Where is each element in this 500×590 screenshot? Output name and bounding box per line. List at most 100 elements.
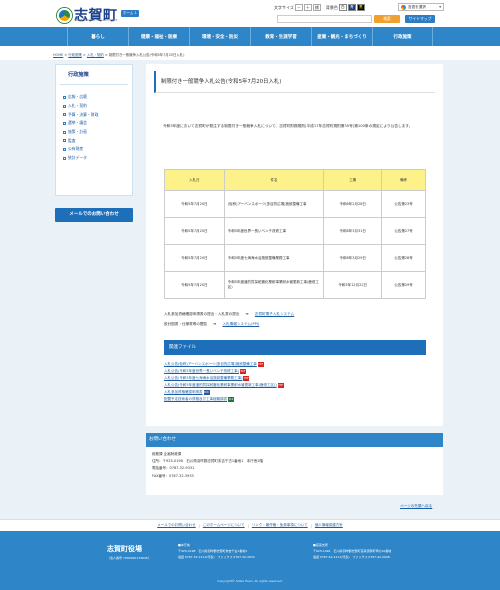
pdf-icon: PDF xyxy=(239,368,246,374)
bg-black-button[interactable]: 黒 xyxy=(356,4,365,11)
mail-inquiry-button[interactable]: メールでのお問い合わせ xyxy=(55,208,133,222)
breadcrumb-item-bidding[interactable]: 入札・契約 xyxy=(87,53,104,57)
file-link[interactable]: 入札公告(令和5年度世界一長いベンチ改修工事) xyxy=(164,369,239,373)
e-bidding-system-link[interactable]: 志賀町電子入札システム xyxy=(255,312,294,316)
bid-name: (仮称)アーバンスポーツ(多目的広場)施設整備工事 xyxy=(223,190,325,218)
checkbox-icon xyxy=(63,156,66,160)
gnav-item-kurashi[interactable]: 暮らし xyxy=(67,27,128,46)
checkbox-icon xyxy=(63,130,66,134)
breadcrumb-separator: > xyxy=(64,53,68,57)
file-link[interactable]: 入札参加資格確認申請書 xyxy=(164,390,203,394)
search-input[interactable] xyxy=(277,15,372,23)
checkbox-icon xyxy=(63,104,66,108)
link-line: 入札参加資格確認申請書の提出・入札書の提出 ➡ 志賀町電子入札システム xyxy=(164,310,294,320)
copyright: Copyright© Shika Town. All rights reserv… xyxy=(217,579,283,583)
footer-honcho-tel: 電話 0767-32-1111(代表) ファックス 0767-32-3933 xyxy=(178,555,255,559)
ppi-system-link[interactable]: 入札情報システム(PPI) xyxy=(222,322,259,326)
gnav-item-education[interactable]: 教育・生涯学習 xyxy=(250,27,311,46)
logo-subtitle: SHIKA TOWN OFFICIAL WEB SITE xyxy=(75,19,118,22)
sidebar-item-koho[interactable]: 広報・広聴 xyxy=(63,93,132,102)
bg-color-label: 背景色 xyxy=(325,4,338,10)
breadcrumb-separator: > xyxy=(104,53,108,57)
sidebar: 行政施策 広報・広聴 入札・契約 予算・決算・財政 選挙・議会 施策・計画 監査… xyxy=(55,64,133,196)
footer-links: メールでのお問い合わせ | このホームページについて | リンク・著作権・免責事… xyxy=(0,519,500,531)
sidebar-item-plans[interactable]: 施策・計画 xyxy=(63,128,132,137)
link-line-label: 設計図書・仕様書等の閲覧 xyxy=(164,321,208,326)
sidebar-item-election[interactable]: 選挙・議会 xyxy=(63,119,132,128)
table-row: 令和5年7月20日 令和5年度道的質採耐震化業耐事業耐水管更新工事(鹿垣工区) … xyxy=(164,271,426,299)
file-link[interactable]: 配置予定技術者の資格及び工事経験調書 xyxy=(164,397,227,401)
list-item: 入札公告(仮称)アーバンスポーツ(多目的広場)施設整備工事 PDF xyxy=(164,361,284,368)
language-select[interactable]: 言語を選択 ▾ xyxy=(398,3,444,11)
search-button[interactable]: 検索 xyxy=(374,15,400,23)
related-file-list: 入札公告(仮称)アーバンスポーツ(多目的広場)施設整備工事 PDF 入札公告(令和… xyxy=(164,361,284,404)
divider: | xyxy=(310,523,312,528)
link-line: 設計図書・仕様書等の閲覧 ➡ 入札情報システム(PPI) xyxy=(164,320,294,330)
list-item: 入札公告(令和5年度七海海水浴施設整備業務工事) PDF xyxy=(164,375,284,382)
excel-icon: XLS xyxy=(228,396,234,402)
footer-link-disclaimer[interactable]: リンク・著作権・免責事項について xyxy=(252,523,308,528)
table-header: 備考 xyxy=(381,169,426,191)
bid-name: 令和5年度七海海水浴施設整備業務工事 xyxy=(223,244,325,272)
checkbox-icon xyxy=(63,147,66,151)
bg-white-button[interactable]: 白 xyxy=(338,4,347,11)
table-row: 令和5年7月20日 (仮称)アーバンスポーツ(多目的広場)施設整備工事 令和6年… xyxy=(164,190,426,218)
home-badge[interactable]: ホーム 1 xyxy=(121,10,139,17)
text-size-larger-button[interactable]: ＋ xyxy=(303,4,312,11)
breadcrumb-current: 制限付き一般競争入札公告(令和5年7月20日入札) xyxy=(108,53,185,57)
footer-corporate-number: （法人番号 7000020174645） xyxy=(107,556,151,560)
bid-table: 入札日 件名 工期 備考 令和5年7月20日 (仮称)アーバンスポーツ(多目的広… xyxy=(164,169,426,299)
word-doc-icon: DOC xyxy=(203,389,210,395)
footer-link-privacy[interactable]: 個人情報保護方針 xyxy=(315,523,343,528)
gnav-item-health[interactable]: 健康・福祉・医療 xyxy=(128,27,189,46)
contact-department: 総務課 企画財政課 xyxy=(152,452,182,456)
contact-fax: FAX番号：0767-32-3933 xyxy=(152,473,194,478)
footer-office-name: 志賀町役場 xyxy=(107,545,142,553)
sidebar-item-label: 広報・広聴 xyxy=(68,94,87,100)
sidebar-item-statistics[interactable]: 統計データ xyxy=(63,154,132,163)
logo-mark-icon xyxy=(57,7,72,23)
page-top-link[interactable]: ページの先頭へ戻る xyxy=(400,504,432,509)
list-item: 入札公告(令和5年度世界一長いベンチ改修工事) PDF xyxy=(164,368,284,375)
footer-link-about[interactable]: このホームページについて xyxy=(203,523,245,528)
sidebar-item-audit[interactable]: 監査 xyxy=(63,136,132,145)
file-link[interactable]: 入札公告(令和5年度道的質採耐震化業耐事業耐水管更新工事(鹿垣工区)) xyxy=(164,383,277,387)
link-line-label: 入札参加資格確認申請書の提出・入札書の提出 xyxy=(164,312,240,316)
file-link[interactable]: 入札公告(令和5年度七海海水浴施設整備業務工事) xyxy=(164,376,242,380)
sidebar-title: 行政施策 xyxy=(60,65,128,85)
gnav-item-industry[interactable]: 産業・観光・まちづくり xyxy=(311,27,372,46)
footer-link-mail[interactable]: メールでのお問い合わせ xyxy=(157,523,196,528)
pdf-icon: PDF xyxy=(277,382,284,388)
pdf-icon: PDF xyxy=(257,361,264,367)
logo-text: 志賀町 xyxy=(74,8,118,24)
gnav-item-administration[interactable]: 行政施策 xyxy=(372,27,433,46)
list-item: 入札参加資格確認申請書DOC xyxy=(164,389,284,396)
text-size-standard-button[interactable]: 標 xyxy=(312,4,321,11)
file-link[interactable]: 入札公告(仮称)アーバンスポーツ(多目的広場)施設整備工事 xyxy=(164,362,257,366)
checkbox-icon xyxy=(63,95,66,99)
breadcrumb-item-administration[interactable]: 行政施策 xyxy=(68,53,82,57)
text-size-label: 文字サイズ xyxy=(274,4,294,10)
table-header: 件名 xyxy=(223,169,325,191)
site-footer: 志賀町役場 （法人番号 7000020174645） ■本庁舎 〒925-019… xyxy=(0,531,500,590)
sidebar-item-bidding[interactable]: 入札・契約 xyxy=(63,102,132,111)
gnav-item-environment[interactable]: 環境・安全・防災 xyxy=(189,27,250,46)
site-logo[interactable]: 志賀町 xyxy=(57,5,118,25)
list-item: 入札公告(令和5年度道的質採耐震化業耐事業耐水管更新工事(鹿垣工区)) PDF xyxy=(164,382,284,389)
text-size-smaller-button[interactable]: － xyxy=(294,4,303,11)
table-row: 令和5年7月20日 令和5年度世界一長いベンチ改修工事 令和6年3月31日 公告… xyxy=(164,217,426,245)
checkbox-icon xyxy=(63,113,66,117)
footer-honcho: ■本庁舎 〒925-0198 石川県羽咋郡志賀町末吉千古1番地1 電話 0767… xyxy=(178,542,255,560)
sidebar-item-budget[interactable]: 予算・決算・財政 xyxy=(63,110,132,119)
global-nav: 暮らし 健康・福祉・医療 環境・安全・防災 教育・生涯学習 産業・観光・まちづく… xyxy=(0,27,500,46)
sitemap-button[interactable]: サイトマップ xyxy=(405,15,435,23)
sidebar-item-property[interactable]: 公有財産 xyxy=(63,145,132,154)
bid-note: 公告第28号 xyxy=(381,244,426,272)
breadcrumb-home[interactable]: HOME xyxy=(53,53,63,57)
divider: | xyxy=(198,523,200,528)
bid-date: 令和5年7月20日 xyxy=(164,190,225,218)
bg-blue-button[interactable]: 青 xyxy=(347,4,356,11)
site-header: 志賀町 SHIKA TOWN OFFICIAL WEB SITE ホーム 1 文… xyxy=(0,0,500,27)
page-title: 制限付き一般競争入札公告(令和5年7月20日入札) xyxy=(154,71,435,93)
breadcrumb-separator: > xyxy=(82,53,86,57)
